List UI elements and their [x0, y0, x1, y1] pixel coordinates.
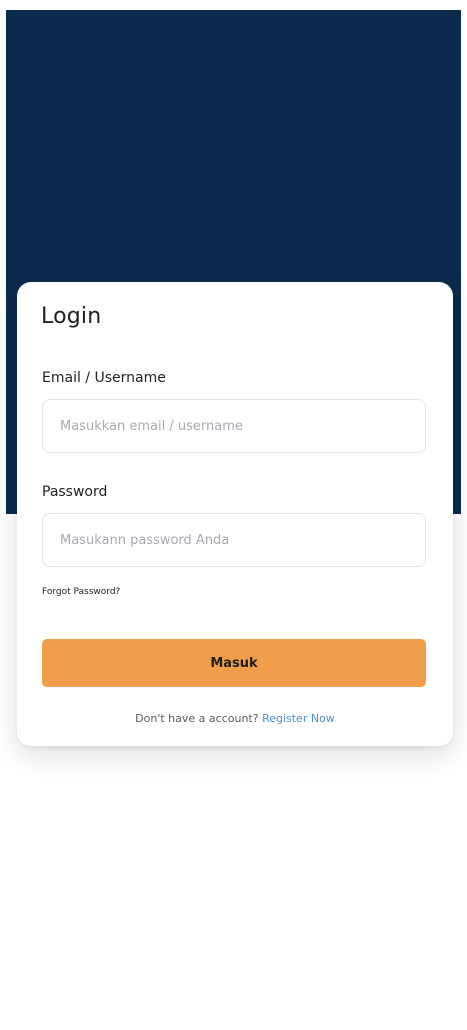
login-title: Login — [41, 304, 102, 329]
email-input[interactable] — [42, 399, 426, 453]
register-now-link[interactable]: Register Now — [262, 712, 335, 725]
login-submit-button[interactable]: Masuk — [42, 639, 426, 687]
login-screen: Login Email / Username Password Forgot P… — [0, 0, 467, 1030]
register-prompt: Don't have a account? — [135, 712, 263, 725]
register-row: Don't have a account? Register Now — [17, 712, 453, 725]
email-label: Email / Username — [42, 370, 166, 386]
login-card: Login Email / Username Password Forgot P… — [17, 282, 453, 746]
password-input[interactable] — [42, 513, 426, 567]
password-label: Password — [42, 484, 108, 500]
forgot-password-link[interactable]: Forgot Password? — [42, 587, 120, 597]
